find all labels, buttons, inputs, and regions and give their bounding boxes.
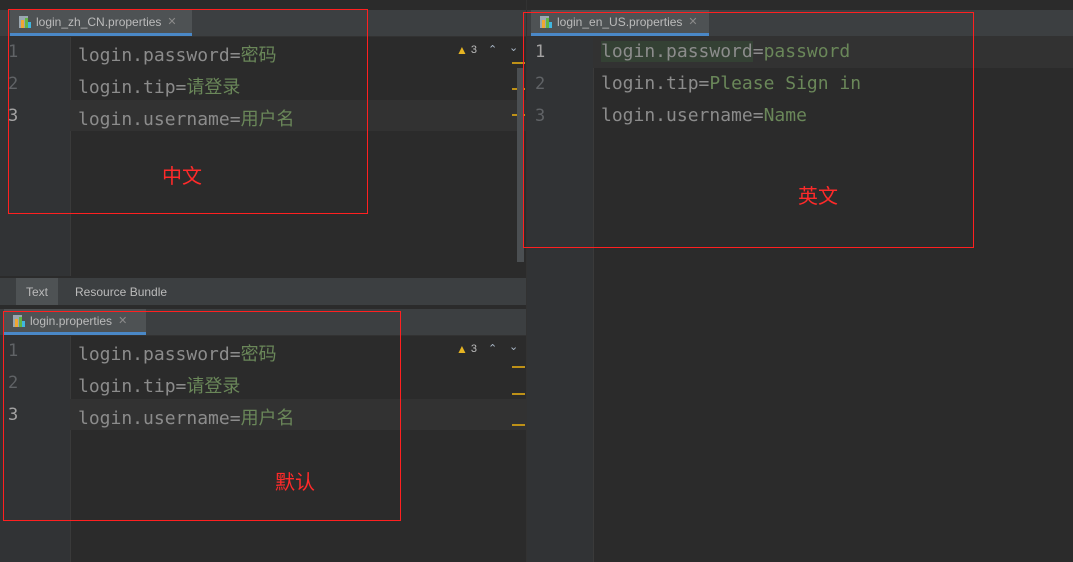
warning-count: 3 bbox=[470, 343, 478, 355]
chevron-down-icon[interactable]: ⌄ bbox=[509, 340, 518, 353]
warning-stripe[interactable] bbox=[512, 366, 525, 368]
tab-resource-bundle[interactable]: Resource Bundle bbox=[65, 278, 177, 305]
annotation-label-chinese: 中文 bbox=[162, 164, 202, 188]
warning-count: 3 bbox=[470, 44, 478, 56]
inspection-widget[interactable]: ▲ 3 bbox=[456, 43, 477, 57]
chevron-up-icon[interactable]: ⌃ bbox=[488, 342, 497, 355]
warning-stripe[interactable] bbox=[512, 424, 525, 426]
tab-text[interactable]: Text bbox=[16, 278, 59, 305]
warning-stripe[interactable] bbox=[512, 393, 525, 395]
annotation-label-english: 英文 bbox=[798, 184, 838, 208]
chevron-up-icon[interactable]: ⌃ bbox=[488, 43, 497, 56]
inspection-widget[interactable]: ▲ 3 bbox=[456, 342, 477, 356]
warning-icon: ▲ bbox=[456, 342, 468, 356]
editor-mode-tabs: Text Resource Bundle bbox=[0, 278, 526, 305]
annotation-label-default: 默认 bbox=[275, 470, 315, 494]
chevron-down-icon[interactable]: ⌄ bbox=[509, 41, 518, 54]
warning-icon: ▲ bbox=[456, 43, 468, 57]
annotation-box-default bbox=[3, 311, 401, 521]
annotation-box-english bbox=[523, 12, 974, 248]
